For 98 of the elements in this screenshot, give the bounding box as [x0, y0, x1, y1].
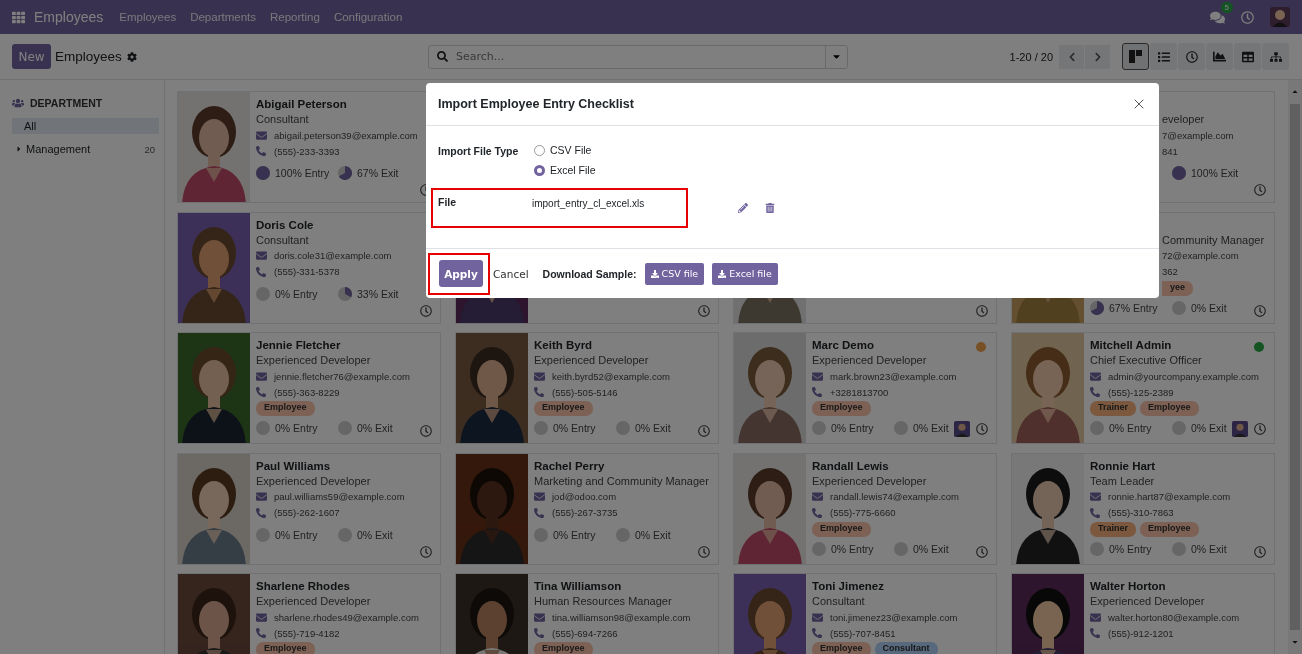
email-text: abigail.peterson39@example.com — [274, 129, 418, 141]
phone-text: (555)-505-5146 — [552, 386, 618, 398]
phone-text: (555)-331-5378 — [274, 266, 340, 277]
email-text: sharlene.rhodes49@example.com — [274, 611, 419, 623]
field-label: Import File Type — [438, 144, 520, 159]
tag: Employee — [1140, 521, 1199, 537]
file-name: import_entry_cl_excel.xls — [532, 197, 645, 211]
email-text: jennie.fletcher76@example.com — [274, 370, 410, 382]
employee-name: Sharlene Rhodes — [256, 579, 351, 594]
email-text: mark.brown23@example.com — [830, 370, 957, 382]
tag: Employee — [256, 401, 315, 416]
employee-name: Mitchell Admin — [1090, 338, 1173, 353]
phone-text: (555)-267-3735 — [552, 507, 618, 518]
job-title: Chief Executive Officer — [1090, 353, 1203, 368]
phone-text: (555)-719-4182 — [274, 627, 340, 639]
checklist-progress: 0% Exit — [635, 422, 671, 434]
tag: Trainer — [1090, 521, 1136, 537]
tag: Employee — [256, 642, 315, 654]
employee-name: Keith Byrd — [534, 338, 594, 353]
checklist-progress: 0% Exit — [913, 542, 949, 555]
job-title: Experienced Developer — [812, 353, 928, 368]
employee-name: Paul Williams — [256, 458, 332, 474]
checklist-progress: 0% Exit — [1191, 542, 1227, 555]
checklist-progress: 0% Entry — [831, 542, 874, 555]
checklist-progress: 0% Entry — [1109, 542, 1152, 555]
email-text: admin@yourcompany.example.com — [1108, 370, 1259, 382]
job-title: Team Leader — [1090, 473, 1156, 489]
employee-name: Toni Jimenez — [812, 579, 885, 594]
checklist-progress: 0% Entry — [1109, 422, 1152, 434]
phone-text: (555)-912-1201 — [1108, 627, 1174, 639]
phone-text: (555)-233-3393 — [274, 145, 340, 157]
email-text: 72@example.com — [1162, 250, 1239, 261]
phone-text: 362 — [1162, 266, 1178, 277]
email-text: jod@odoo.com — [552, 491, 617, 502]
checklist-progress: 0% Entry — [275, 528, 318, 541]
checklist-progress: 0% Exit — [357, 422, 393, 434]
email-text: paul.williams59@example.com — [274, 491, 405, 502]
tag: Employee — [534, 642, 593, 654]
tag: Employee — [812, 642, 871, 654]
job-title: Experienced Developer — [256, 594, 372, 609]
employee-name: Marc Demo — [812, 338, 875, 353]
tag: Employee — [1140, 401, 1199, 416]
tag: yee — [1162, 280, 1194, 296]
job-title: Human Resources Manager — [534, 594, 673, 609]
job-title: Consultant — [812, 594, 866, 609]
email-text: ronnie.hart87@example.com — [1108, 491, 1231, 502]
page-title: Employees — [55, 49, 122, 64]
notification-count: 5 — [1220, 1, 1233, 13]
phone-text: (555)-707-8451 — [830, 627, 896, 639]
phone-text: +3281813700 — [830, 386, 889, 398]
dialog-title: Import Employee Entry Checklist — [438, 97, 634, 111]
employee-name: Tina Williamson — [534, 579, 623, 594]
job-title: Community Manager — [1162, 232, 1266, 248]
employee-name: Randall Lewis — [812, 458, 890, 474]
job-title: Experienced Developer — [256, 473, 372, 489]
checklist-progress: 0% Exit — [635, 528, 671, 541]
tag: Employee — [812, 401, 871, 416]
job-title: Consultant — [256, 112, 310, 127]
phone-text: 841 — [1162, 145, 1178, 157]
job-title: Experienced Developer — [1090, 594, 1206, 609]
phone-text: (555)-262-1607 — [274, 507, 340, 518]
email-text: tina.williamson98@example.com — [552, 611, 691, 623]
email-text: toni.jimenez23@example.com — [830, 611, 958, 623]
employee-name: Jennie Fletcher — [256, 338, 342, 353]
email-text: keith.byrd52@example.com — [552, 370, 670, 382]
email-text: randall.lewis74@example.com — [830, 491, 959, 502]
checklist-progress: 0% Entry — [553, 528, 596, 541]
employee-name: Rachel Perry — [534, 458, 606, 474]
email-text: walter.horton80@example.com — [1108, 611, 1240, 623]
email-text: 7@example.com — [1162, 129, 1234, 141]
phone-text: (555)-363-8229 — [274, 386, 340, 398]
tag: Employee — [812, 521, 871, 537]
tag: Trainer — [1090, 401, 1136, 416]
phone-text: (555)-775-6660 — [830, 507, 896, 518]
job-title: Experienced Developer — [812, 473, 928, 489]
tag: Consultant — [874, 642, 938, 654]
phone-text: (555)-125-2389 — [1108, 386, 1174, 398]
checklist-progress: 0% Entry — [831, 422, 874, 434]
checklist-progress: 0% Exit — [357, 528, 393, 541]
phone-text: (555)-310-7863 — [1108, 507, 1174, 518]
employee-name: Doris Cole — [256, 217, 315, 233]
phone-text: (555)-694-7266 — [552, 627, 618, 639]
email-text: doris.cole31@example.com — [274, 250, 392, 261]
download-sample-label: Download Sample: — [542, 267, 637, 280]
job-title: Consultant — [256, 232, 310, 248]
checklist-progress: 0% Exit — [1191, 422, 1227, 434]
tag: Employee — [534, 401, 593, 416]
checklist-progress: 0% Exit — [913, 422, 949, 434]
job-title: Experienced Developer — [256, 353, 372, 368]
checklist-progress: 0% Entry — [553, 422, 596, 434]
job-title: eveloper — [1162, 112, 1206, 127]
employee-name: Abigail Peterson — [256, 97, 348, 112]
employee-name: Ronnie Hart — [1090, 458, 1157, 474]
panel-heading: DEPARTMENT — [30, 97, 103, 109]
job-title: Experienced Developer — [534, 353, 650, 368]
field-label: File — [438, 196, 458, 210]
job-title: Marketing and Community Manager — [534, 473, 710, 489]
employee-name: Walter Horton — [1090, 579, 1167, 594]
